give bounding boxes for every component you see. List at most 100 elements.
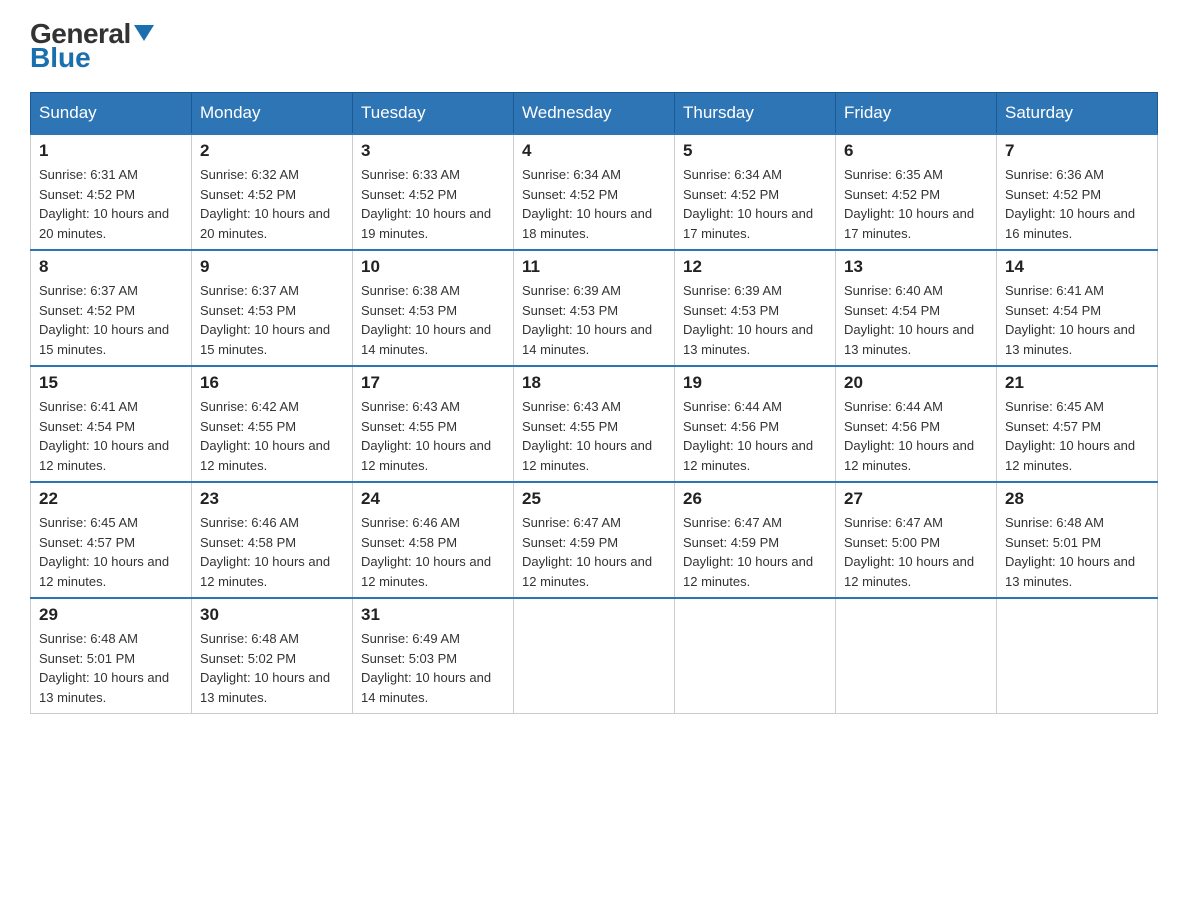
calendar-cell: 31 Sunrise: 6:49 AMSunset: 5:03 PMDaylig… <box>353 598 514 714</box>
day-number: 3 <box>361 141 505 161</box>
calendar-cell <box>514 598 675 714</box>
calendar-cell: 14 Sunrise: 6:41 AMSunset: 4:54 PMDaylig… <box>997 250 1158 366</box>
day-number: 12 <box>683 257 827 277</box>
day-info: Sunrise: 6:34 AMSunset: 4:52 PMDaylight:… <box>522 165 666 243</box>
calendar-cell: 6 Sunrise: 6:35 AMSunset: 4:52 PMDayligh… <box>836 134 997 250</box>
day-info: Sunrise: 6:45 AMSunset: 4:57 PMDaylight:… <box>1005 397 1149 475</box>
calendar-cell: 15 Sunrise: 6:41 AMSunset: 4:54 PMDaylig… <box>31 366 192 482</box>
day-info: Sunrise: 6:45 AMSunset: 4:57 PMDaylight:… <box>39 513 183 591</box>
calendar-cell: 16 Sunrise: 6:42 AMSunset: 4:55 PMDaylig… <box>192 366 353 482</box>
logo-arrow-icon <box>134 25 154 41</box>
calendar-cell: 5 Sunrise: 6:34 AMSunset: 4:52 PMDayligh… <box>675 134 836 250</box>
calendar-cell: 13 Sunrise: 6:40 AMSunset: 4:54 PMDaylig… <box>836 250 997 366</box>
weekday-header-monday: Monday <box>192 93 353 135</box>
day-number: 23 <box>200 489 344 509</box>
day-info: Sunrise: 6:35 AMSunset: 4:52 PMDaylight:… <box>844 165 988 243</box>
day-info: Sunrise: 6:34 AMSunset: 4:52 PMDaylight:… <box>683 165 827 243</box>
calendar-cell: 23 Sunrise: 6:46 AMSunset: 4:58 PMDaylig… <box>192 482 353 598</box>
calendar-cell: 3 Sunrise: 6:33 AMSunset: 4:52 PMDayligh… <box>353 134 514 250</box>
day-info: Sunrise: 6:44 AMSunset: 4:56 PMDaylight:… <box>844 397 988 475</box>
day-number: 29 <box>39 605 183 625</box>
calendar-cell: 8 Sunrise: 6:37 AMSunset: 4:52 PMDayligh… <box>31 250 192 366</box>
calendar-cell: 9 Sunrise: 6:37 AMSunset: 4:53 PMDayligh… <box>192 250 353 366</box>
calendar-cell: 7 Sunrise: 6:36 AMSunset: 4:52 PMDayligh… <box>997 134 1158 250</box>
day-number: 27 <box>844 489 988 509</box>
day-info: Sunrise: 6:42 AMSunset: 4:55 PMDaylight:… <box>200 397 344 475</box>
calendar-cell: 18 Sunrise: 6:43 AMSunset: 4:55 PMDaylig… <box>514 366 675 482</box>
day-number: 4 <box>522 141 666 161</box>
page-header: General Blue <box>30 20 1158 72</box>
calendar-cell: 17 Sunrise: 6:43 AMSunset: 4:55 PMDaylig… <box>353 366 514 482</box>
day-number: 22 <box>39 489 183 509</box>
day-number: 30 <box>200 605 344 625</box>
day-info: Sunrise: 6:49 AMSunset: 5:03 PMDaylight:… <box>361 629 505 707</box>
calendar-week-2: 8 Sunrise: 6:37 AMSunset: 4:52 PMDayligh… <box>31 250 1158 366</box>
day-info: Sunrise: 6:46 AMSunset: 4:58 PMDaylight:… <box>361 513 505 591</box>
calendar-cell: 4 Sunrise: 6:34 AMSunset: 4:52 PMDayligh… <box>514 134 675 250</box>
day-number: 2 <box>200 141 344 161</box>
calendar-cell <box>836 598 997 714</box>
day-info: Sunrise: 6:47 AMSunset: 4:59 PMDaylight:… <box>683 513 827 591</box>
day-number: 31 <box>361 605 505 625</box>
calendar-cell: 24 Sunrise: 6:46 AMSunset: 4:58 PMDaylig… <box>353 482 514 598</box>
day-number: 7 <box>1005 141 1149 161</box>
calendar-cell: 10 Sunrise: 6:38 AMSunset: 4:53 PMDaylig… <box>353 250 514 366</box>
calendar-week-5: 29 Sunrise: 6:48 AMSunset: 5:01 PMDaylig… <box>31 598 1158 714</box>
day-info: Sunrise: 6:37 AMSunset: 4:52 PMDaylight:… <box>39 281 183 359</box>
day-number: 14 <box>1005 257 1149 277</box>
day-number: 26 <box>683 489 827 509</box>
day-info: Sunrise: 6:47 AMSunset: 5:00 PMDaylight:… <box>844 513 988 591</box>
calendar-cell: 26 Sunrise: 6:47 AMSunset: 4:59 PMDaylig… <box>675 482 836 598</box>
calendar-week-1: 1 Sunrise: 6:31 AMSunset: 4:52 PMDayligh… <box>31 134 1158 250</box>
day-number: 1 <box>39 141 183 161</box>
day-number: 10 <box>361 257 505 277</box>
logo: General Blue <box>30 20 154 72</box>
day-info: Sunrise: 6:48 AMSunset: 5:01 PMDaylight:… <box>1005 513 1149 591</box>
calendar-cell <box>997 598 1158 714</box>
day-info: Sunrise: 6:48 AMSunset: 5:02 PMDaylight:… <box>200 629 344 707</box>
day-number: 15 <box>39 373 183 393</box>
day-info: Sunrise: 6:39 AMSunset: 4:53 PMDaylight:… <box>683 281 827 359</box>
calendar-table: SundayMondayTuesdayWednesdayThursdayFrid… <box>30 92 1158 714</box>
day-info: Sunrise: 6:38 AMSunset: 4:53 PMDaylight:… <box>361 281 505 359</box>
day-number: 18 <box>522 373 666 393</box>
calendar-cell: 21 Sunrise: 6:45 AMSunset: 4:57 PMDaylig… <box>997 366 1158 482</box>
day-info: Sunrise: 6:40 AMSunset: 4:54 PMDaylight:… <box>844 281 988 359</box>
day-info: Sunrise: 6:41 AMSunset: 4:54 PMDaylight:… <box>39 397 183 475</box>
day-info: Sunrise: 6:31 AMSunset: 4:52 PMDaylight:… <box>39 165 183 243</box>
day-info: Sunrise: 6:32 AMSunset: 4:52 PMDaylight:… <box>200 165 344 243</box>
calendar-cell: 20 Sunrise: 6:44 AMSunset: 4:56 PMDaylig… <box>836 366 997 482</box>
calendar-cell: 12 Sunrise: 6:39 AMSunset: 4:53 PMDaylig… <box>675 250 836 366</box>
weekday-header-tuesday: Tuesday <box>353 93 514 135</box>
day-info: Sunrise: 6:37 AMSunset: 4:53 PMDaylight:… <box>200 281 344 359</box>
day-number: 6 <box>844 141 988 161</box>
day-number: 11 <box>522 257 666 277</box>
day-number: 28 <box>1005 489 1149 509</box>
day-number: 8 <box>39 257 183 277</box>
day-number: 21 <box>1005 373 1149 393</box>
weekday-header-sunday: Sunday <box>31 93 192 135</box>
day-number: 16 <box>200 373 344 393</box>
day-info: Sunrise: 6:46 AMSunset: 4:58 PMDaylight:… <box>200 513 344 591</box>
weekday-header-wednesday: Wednesday <box>514 93 675 135</box>
calendar-cell: 29 Sunrise: 6:48 AMSunset: 5:01 PMDaylig… <box>31 598 192 714</box>
day-number: 19 <box>683 373 827 393</box>
day-info: Sunrise: 6:39 AMSunset: 4:53 PMDaylight:… <box>522 281 666 359</box>
calendar-cell: 25 Sunrise: 6:47 AMSunset: 4:59 PMDaylig… <box>514 482 675 598</box>
logo-blue: Blue <box>30 44 154 72</box>
calendar-week-4: 22 Sunrise: 6:45 AMSunset: 4:57 PMDaylig… <box>31 482 1158 598</box>
calendar-cell: 19 Sunrise: 6:44 AMSunset: 4:56 PMDaylig… <box>675 366 836 482</box>
day-info: Sunrise: 6:41 AMSunset: 4:54 PMDaylight:… <box>1005 281 1149 359</box>
calendar-cell: 28 Sunrise: 6:48 AMSunset: 5:01 PMDaylig… <box>997 482 1158 598</box>
calendar-cell <box>675 598 836 714</box>
calendar-week-3: 15 Sunrise: 6:41 AMSunset: 4:54 PMDaylig… <box>31 366 1158 482</box>
calendar-cell: 11 Sunrise: 6:39 AMSunset: 4:53 PMDaylig… <box>514 250 675 366</box>
day-number: 9 <box>200 257 344 277</box>
weekday-header-thursday: Thursday <box>675 93 836 135</box>
day-info: Sunrise: 6:44 AMSunset: 4:56 PMDaylight:… <box>683 397 827 475</box>
calendar-cell: 22 Sunrise: 6:45 AMSunset: 4:57 PMDaylig… <box>31 482 192 598</box>
day-info: Sunrise: 6:43 AMSunset: 4:55 PMDaylight:… <box>361 397 505 475</box>
calendar-cell: 27 Sunrise: 6:47 AMSunset: 5:00 PMDaylig… <box>836 482 997 598</box>
day-number: 24 <box>361 489 505 509</box>
day-info: Sunrise: 6:47 AMSunset: 4:59 PMDaylight:… <box>522 513 666 591</box>
